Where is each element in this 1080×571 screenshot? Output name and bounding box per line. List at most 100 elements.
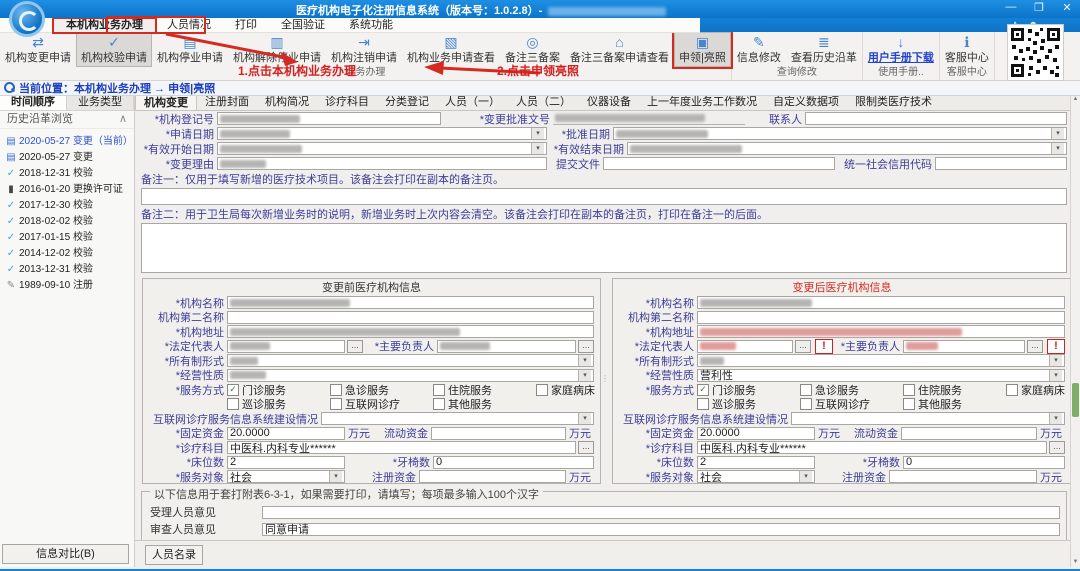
license-claim-button[interactable]: ▣ 申领|亮照 xyxy=(674,32,731,67)
tab-org-change[interactable]: 机构变更 xyxy=(135,95,197,110)
dropdown-arrow-icon[interactable] xyxy=(578,355,591,366)
checkbox-touring[interactable] xyxy=(227,398,239,410)
tab-restricted-tech[interactable]: 限制类医疗技术 xyxy=(847,95,940,110)
service-center-button[interactable]: ℹ 客服中心 xyxy=(940,32,994,67)
menu-item-org-business[interactable]: 本机构业务办理 xyxy=(54,19,155,32)
after-ownership-select[interactable] xyxy=(697,354,1065,367)
checkbox-other-service[interactable] xyxy=(433,398,445,410)
tab-classification[interactable]: 分类登记 xyxy=(377,95,437,110)
before-org-name-input[interactable] xyxy=(227,296,594,309)
after-org-name-input[interactable] xyxy=(697,296,1065,309)
before-ownership-select[interactable] xyxy=(227,354,594,367)
credit-code-input[interactable] xyxy=(935,157,1067,170)
tab-equipment[interactable]: 仪器设备 xyxy=(579,95,639,110)
vertical-scrollbar[interactable]: ▲ ▼ xyxy=(1070,95,1080,567)
after-address-input[interactable] xyxy=(697,325,1065,338)
checkbox-inpatient[interactable] xyxy=(903,384,915,396)
before-fixed-capital-input[interactable]: 20.0000 xyxy=(227,427,345,440)
menu-item-personnel[interactable]: 人员情况 xyxy=(155,19,223,32)
contact-input[interactable] xyxy=(805,112,1067,125)
dropdown-arrow-icon[interactable] xyxy=(799,471,812,482)
acceptor-opinion-input[interactable] xyxy=(262,506,1060,519)
after-second-name-input[interactable] xyxy=(697,311,1065,324)
history-view-button[interactable]: ≣ 查看历史沿革 xyxy=(786,32,862,67)
checkbox-outpatient[interactable] xyxy=(697,384,709,396)
valid-start-input[interactable] xyxy=(217,142,547,155)
dropdown-arrow-icon[interactable] xyxy=(1049,370,1062,381)
dropdown-arrow-icon[interactable] xyxy=(1051,128,1064,139)
maximize-button[interactable]: ❐ xyxy=(1032,1,1046,14)
dropdown-arrow-icon[interactable] xyxy=(578,413,591,424)
after-current-capital-input[interactable] xyxy=(901,427,1037,440)
history-item[interactable]: ✓2014-12-02 校验 xyxy=(5,246,134,262)
before-second-name-input[interactable] xyxy=(227,311,594,324)
dropdown-arrow-icon[interactable] xyxy=(578,370,591,381)
person-list-button[interactable]: 人员名录 xyxy=(145,545,203,565)
reviewer-opinion-input[interactable]: 同意申请 xyxy=(262,523,1060,536)
before-legal-rep-input[interactable] xyxy=(227,340,345,353)
principal-alert-button[interactable]: ! xyxy=(1047,339,1065,354)
dropdown-arrow-icon[interactable] xyxy=(329,471,342,482)
dropdown-arrow-icon[interactable] xyxy=(1049,355,1062,366)
checkbox-family-bed[interactable] xyxy=(1006,384,1018,396)
history-item[interactable]: ✓2013-12-31 校验 xyxy=(5,262,134,278)
menu-item-print[interactable]: 打印 xyxy=(223,19,269,32)
after-subjects-input[interactable]: 中医科.内科专业****** xyxy=(697,441,1047,454)
org-suspend-apply-button[interactable]: ▤ 机构停业申请 xyxy=(152,32,228,67)
after-reg-capital-input[interactable] xyxy=(889,470,1037,483)
org-business-view-button[interactable]: ▧ 机构业务申请查看 xyxy=(402,32,500,67)
approve-date-input[interactable] xyxy=(613,127,1067,140)
history-item[interactable]: ✓2017-01-15 校验 xyxy=(5,230,134,246)
panel-splitter[interactable]: ⋮ xyxy=(601,374,609,383)
before-chairs-input[interactable]: 0 xyxy=(433,456,594,469)
tab-treatment-subjects[interactable]: 诊疗科目 xyxy=(317,95,377,110)
org-verify-apply-button[interactable]: ✓ 机构校验申请 xyxy=(76,32,152,67)
scrollbar-thumb[interactable] xyxy=(1072,383,1079,417)
history-item[interactable]: ▮2016-01-20 更换许可证 xyxy=(5,182,134,198)
info-modify-button[interactable]: ✎ 信息修改 xyxy=(732,32,786,67)
note2-textarea[interactable] xyxy=(141,223,1067,273)
history-item[interactable]: ✓2018-12-31 校验 xyxy=(5,166,134,182)
history-item[interactable]: ▤2020-05-27 变更 xyxy=(5,150,134,166)
after-beds-input[interactable]: 2 xyxy=(697,456,815,469)
tab-org-brief[interactable]: 机构简况 xyxy=(257,95,317,110)
checkbox-family-bed[interactable] xyxy=(536,384,548,396)
dropdown-arrow-icon[interactable] xyxy=(1051,143,1064,154)
checkbox-other-service[interactable] xyxy=(903,398,915,410)
valid-end-input[interactable] xyxy=(627,142,1067,155)
minimize-button[interactable]: — xyxy=(1004,1,1018,14)
legal-rep-picker-button[interactable] xyxy=(347,340,363,353)
subjects-picker-button[interactable] xyxy=(1049,441,1065,454)
change-reason-input[interactable] xyxy=(217,157,547,170)
after-legal-rep-input[interactable] xyxy=(697,340,793,353)
before-current-capital-input[interactable] xyxy=(431,427,566,440)
scroll-up-icon[interactable]: ▲ xyxy=(1071,95,1080,104)
before-address-input[interactable] xyxy=(227,325,594,338)
checkbox-internet-care[interactable] xyxy=(330,398,342,410)
legal-rep-alert-button[interactable]: ! xyxy=(815,339,833,354)
after-chairs-input[interactable]: 0 xyxy=(903,456,1065,469)
dropdown-arrow-icon[interactable] xyxy=(1049,413,1062,424)
after-target-select[interactable]: 社会 xyxy=(697,470,815,483)
remark3-filing-view-button[interactable]: ⌂ 备注三备案申请查看 xyxy=(565,32,674,67)
checkbox-outpatient[interactable] xyxy=(227,384,239,396)
history-item[interactable]: ✎1989-09-10 注册 xyxy=(5,278,134,294)
menu-item-system[interactable]: 系统功能 xyxy=(337,19,405,32)
checkbox-touring[interactable] xyxy=(697,398,709,410)
checkbox-inpatient[interactable] xyxy=(433,384,445,396)
collapse-section-icon[interactable]: ∧ xyxy=(119,111,127,128)
after-internet-system-select[interactable] xyxy=(791,412,1065,425)
tab-last-year-work[interactable]: 上一年度业务工作数况 xyxy=(639,95,765,110)
before-internet-system-select[interactable] xyxy=(321,412,594,425)
before-principal-input[interactable] xyxy=(437,340,576,353)
checkbox-emergency[interactable] xyxy=(330,384,342,396)
principal-picker-button[interactable] xyxy=(1027,340,1043,353)
before-beds-input[interactable]: 2 xyxy=(227,456,345,469)
after-fixed-capital-input[interactable]: 20.0000 xyxy=(697,427,815,440)
manual-download-button[interactable]: ↓ 用户手册下载 xyxy=(863,32,939,67)
note1-textarea[interactable] xyxy=(141,188,1067,205)
change-doc-input[interactable] xyxy=(553,112,745,125)
tab-personnel-1[interactable]: 人员（一） xyxy=(437,95,508,110)
apply-date-input[interactable] xyxy=(217,127,547,140)
dropdown-arrow-icon[interactable] xyxy=(531,143,544,154)
